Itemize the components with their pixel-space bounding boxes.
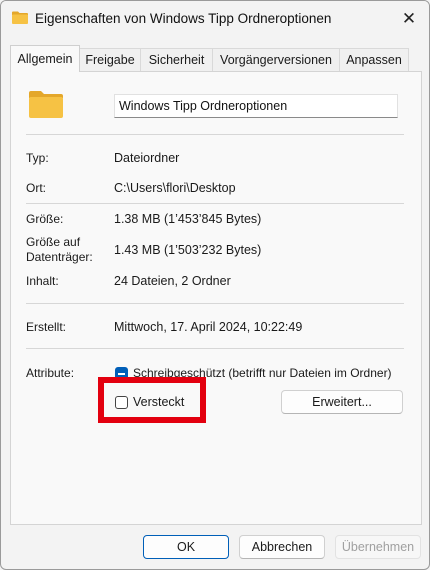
attributes-label: Attribute: [26, 366, 75, 380]
size-on-disk-label-line1: Größe auf [26, 235, 81, 249]
tab-allgemein[interactable]: Allgemein [10, 45, 80, 72]
size-on-disk-value: 1.43 MB (1’503’232 Bytes) [114, 243, 262, 257]
location-label: Ort: [26, 181, 46, 195]
type-value: Dateiordner [114, 151, 180, 165]
ok-button[interactable]: OK [143, 535, 229, 559]
separator [26, 303, 404, 304]
folder-icon [12, 11, 28, 24]
contents-value: 24 Dateien, 2 Ordner [114, 274, 231, 288]
close-icon: ✕ [401, 9, 417, 28]
readonly-checkbox[interactable] [115, 367, 128, 380]
hidden-checkbox[interactable] [115, 396, 128, 409]
title-bar: Eigenschaften von Windows Tipp Ordneropt… [1, 1, 429, 39]
folder-icon [29, 91, 63, 118]
size-label: Größe: [26, 212, 64, 226]
created-value: Mittwoch, 17. April 2024, 10:22:49 [114, 320, 303, 334]
folder-name-input[interactable] [114, 94, 398, 118]
size-on-disk-label-line2: Datenträger: [26, 250, 93, 264]
created-label: Erstellt: [26, 320, 67, 334]
close-button[interactable]: ✕ [389, 1, 429, 37]
separator [26, 203, 404, 204]
properties-dialog: Eigenschaften von Windows Tipp Ordneropt… [0, 0, 430, 570]
tab-vorgaengerversionen[interactable]: Vorgängerversionen [212, 48, 340, 71]
hidden-label: Versteckt [133, 395, 185, 409]
separator [26, 134, 404, 135]
general-panel: Typ: Dateiordner Ort: C:\Users\flori\Des… [10, 71, 422, 525]
contents-label: Inhalt: [26, 274, 59, 288]
location-value: C:\Users\flori\Desktop [114, 181, 236, 195]
tab-sicherheit[interactable]: Sicherheit [140, 48, 213, 71]
window-title: Eigenschaften von Windows Tipp Ordneropt… [35, 11, 332, 26]
size-value: 1.38 MB (1’453’845 Bytes) [114, 212, 262, 226]
cancel-button[interactable]: Abbrechen [239, 535, 325, 559]
type-label: Typ: [26, 151, 49, 165]
advanced-button[interactable]: Erweitert... [281, 390, 403, 414]
apply-button[interactable]: Übernehmen [335, 535, 421, 559]
readonly-label: Schreibgeschützt (betrifft nur Dateien i… [133, 366, 392, 380]
tab-freigabe[interactable]: Freigabe [79, 48, 141, 71]
separator [26, 348, 404, 349]
tab-anpassen[interactable]: Anpassen [339, 48, 409, 71]
